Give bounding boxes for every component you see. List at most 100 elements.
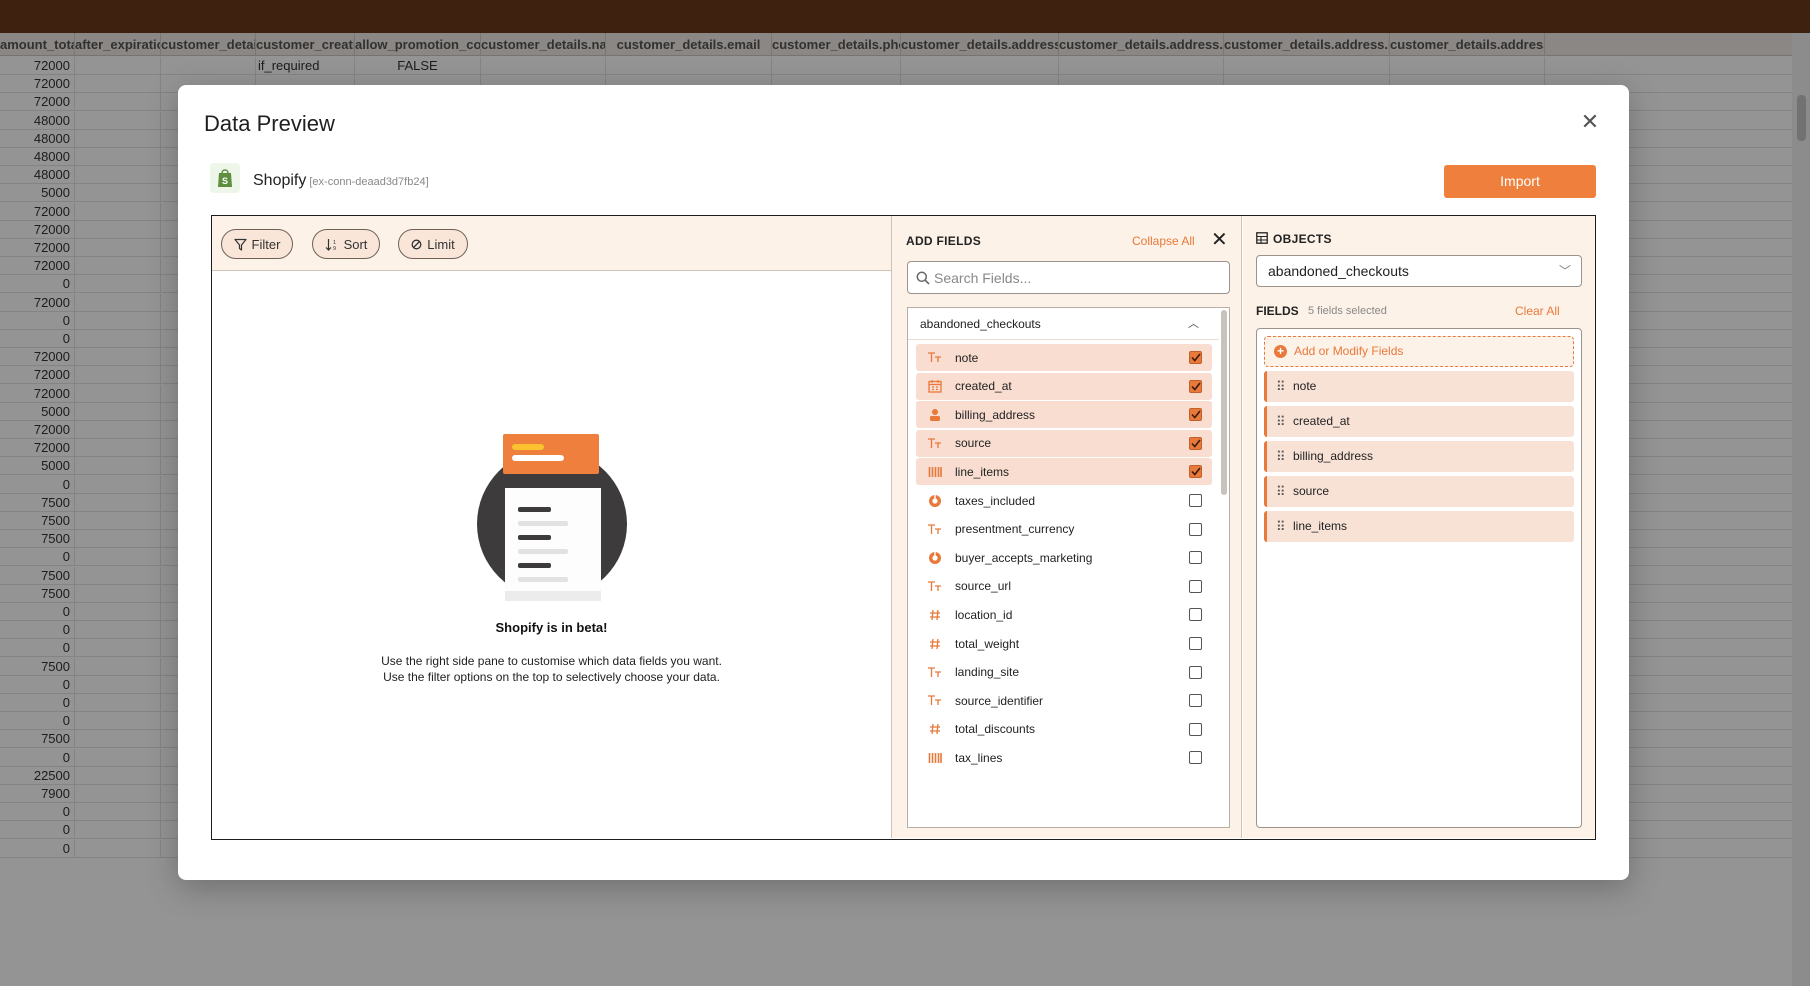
field-row-tax-lines[interactable]: tax_lines: [916, 744, 1212, 771]
add-or-modify-label: Add or Modify Fields: [1294, 344, 1404, 358]
preview-toolbar: Filter 19 Sort Limit: [212, 216, 891, 271]
field-label: note: [955, 350, 979, 365]
close-icon[interactable]: ✕: [1579, 111, 1601, 133]
field-label: presentment_currency: [955, 522, 1075, 537]
field-checkbox[interactable]: [1189, 379, 1202, 393]
data-preview-modal: Data Preview ✕ S Shopify [ex-conn-deaad3d…: [178, 85, 1629, 880]
add-or-modify-fields-button[interactable]: + Add or Modify Fields: [1264, 336, 1574, 367]
search-fields-box: [907, 261, 1230, 294]
field-checkbox[interactable]: [1189, 751, 1202, 765]
selected-field-label: line_items: [1293, 519, 1348, 533]
field-label: taxes_included: [955, 493, 1036, 508]
empty-state-illustration: [477, 434, 627, 601]
selected-field-created-at[interactable]: ⠿ created_at: [1264, 406, 1574, 437]
objects-title: OBJECTS: [1273, 232, 1332, 246]
beta-hint-line-1: Use the right side pane to customise whi…: [381, 654, 722, 668]
field-row-location-id[interactable]: location_id: [916, 601, 1212, 628]
field-checkbox[interactable]: [1189, 465, 1202, 479]
field-row-created-at[interactable]: created_at: [916, 372, 1212, 400]
plus-icon: +: [1274, 345, 1287, 358]
fields-list-scrollbar[interactable]: [1221, 310, 1227, 495]
drag-handle-icon[interactable]: ⠿: [1276, 441, 1285, 472]
boolean-icon: [926, 492, 943, 509]
sort-button[interactable]: 19 Sort: [312, 229, 380, 259]
limit-button[interactable]: Limit: [398, 229, 468, 259]
drag-handle-icon[interactable]: ⠿: [1276, 476, 1285, 507]
field-row-source-url[interactable]: source_url: [916, 573, 1212, 600]
drag-handle-icon[interactable]: ⠿: [1276, 371, 1285, 402]
selected-field-label: source: [1293, 484, 1330, 498]
field-row-note[interactable]: note: [916, 344, 1212, 371]
collapse-all-link[interactable]: Collapse All: [1132, 234, 1195, 248]
add-fields-title: ADD FIELDS: [906, 234, 981, 248]
shopify-logo: S: [210, 163, 240, 193]
field-label: buyer_accepts_marketing: [955, 550, 1093, 565]
add-fields-pane: ADD FIELDS Collapse All ✕ abandoned_chec…: [892, 216, 1242, 838]
drag-handle-icon[interactable]: ⠿: [1276, 511, 1285, 542]
sort-label: Sort: [343, 236, 368, 252]
fields-count: 5 fields selected: [1308, 305, 1387, 317]
text-type-icon: [926, 435, 943, 452]
field-label: total_discounts: [955, 722, 1036, 737]
field-row-landing-site[interactable]: landing_site: [916, 659, 1212, 686]
fields-title: FIELDS: [1256, 304, 1299, 318]
field-label: tax_lines: [955, 750, 1003, 765]
field-row-source[interactable]: source: [916, 429, 1212, 457]
selected-field-label: created_at: [1293, 414, 1350, 428]
preview-frame: Filter 19 Sort Limit Shopify is in beta!…: [211, 215, 1596, 840]
chevron-down-icon: ﹀: [1558, 264, 1571, 278]
field-checkbox[interactable]: [1189, 665, 1202, 679]
field-row-presentment-currency[interactable]: presentment_currency: [916, 516, 1212, 543]
field-checkbox[interactable]: [1189, 722, 1202, 736]
selected-field-note[interactable]: ⠿ note: [1264, 371, 1574, 402]
boolean-icon: [926, 549, 943, 566]
search-icon: [916, 271, 930, 285]
field-label: source_url: [955, 579, 1012, 594]
selected-field-line-items[interactable]: ⠿ line_items: [1264, 511, 1574, 542]
limit-icon: [411, 239, 422, 249]
drag-handle-icon[interactable]: ⠿: [1276, 406, 1285, 437]
field-label: billing_address: [955, 407, 1036, 422]
search-fields-input[interactable]: [934, 262, 1224, 293]
field-checkbox[interactable]: [1189, 351, 1202, 364]
field-checkbox[interactable]: [1189, 522, 1202, 536]
field-checkbox[interactable]: [1189, 694, 1202, 708]
clear-all-link[interactable]: Clear All: [1515, 304, 1560, 318]
close-add-fields-icon[interactable]: ✕: [1211, 230, 1228, 250]
fields-list: abandoned_checkouts ︿ note created_atbill…: [907, 307, 1230, 828]
field-checkbox[interactable]: [1189, 436, 1202, 450]
field-checkbox[interactable]: [1189, 579, 1202, 593]
source-name: Shopify [ex-conn-deaad3d7fb24]: [253, 172, 429, 190]
field-label: total_weight: [955, 636, 1020, 651]
selected-field-source[interactable]: ⠿ source: [1264, 476, 1574, 507]
field-row-total-weight[interactable]: total_weight: [916, 630, 1212, 657]
field-row-billing-address[interactable]: billing_address: [916, 401, 1212, 429]
objects-pane: OBJECTS abandoned_checkouts ﹀ FIELDS 5 f…: [1243, 216, 1595, 838]
field-checkbox[interactable]: [1189, 637, 1202, 650]
field-checkbox[interactable]: [1189, 408, 1202, 422]
field-row-total-discounts[interactable]: total_discounts: [916, 716, 1212, 743]
field-row-buyer-accepts-marketing[interactable]: buyer_accepts_marketing: [916, 544, 1212, 571]
field-row-taxes-included[interactable]: taxes_included: [916, 487, 1212, 514]
svg-text:S: S: [222, 176, 228, 186]
field-checkbox[interactable]: [1189, 494, 1202, 507]
field-checkbox[interactable]: [1189, 608, 1202, 622]
source-name-text: Shopify: [253, 172, 307, 189]
field-label: created_at: [955, 379, 1012, 394]
text-type-icon: [926, 521, 943, 538]
selected-field-billing-address[interactable]: ⠿ billing_address: [1264, 441, 1574, 472]
object-select[interactable]: abandoned_checkouts ﹀: [1256, 255, 1582, 287]
source-id: [ex-conn-deaad3d7fb24]: [309, 176, 429, 188]
text-type-icon: [926, 692, 943, 709]
filter-button[interactable]: Filter: [221, 229, 293, 259]
field-row-line-items[interactable]: line_items: [916, 458, 1212, 486]
array-icon: [926, 749, 943, 766]
field-group-header[interactable]: abandoned_checkouts ︿: [908, 308, 1219, 340]
field-checkbox[interactable]: [1189, 551, 1202, 565]
field-row-source-identifier[interactable]: source_identifier: [916, 687, 1212, 714]
import-button[interactable]: Import: [1444, 165, 1596, 198]
table-icon: [1256, 232, 1268, 244]
number-icon: [926, 606, 943, 623]
field-group-name: abandoned_checkouts: [920, 317, 1041, 331]
field-label: line_items: [955, 464, 1010, 479]
